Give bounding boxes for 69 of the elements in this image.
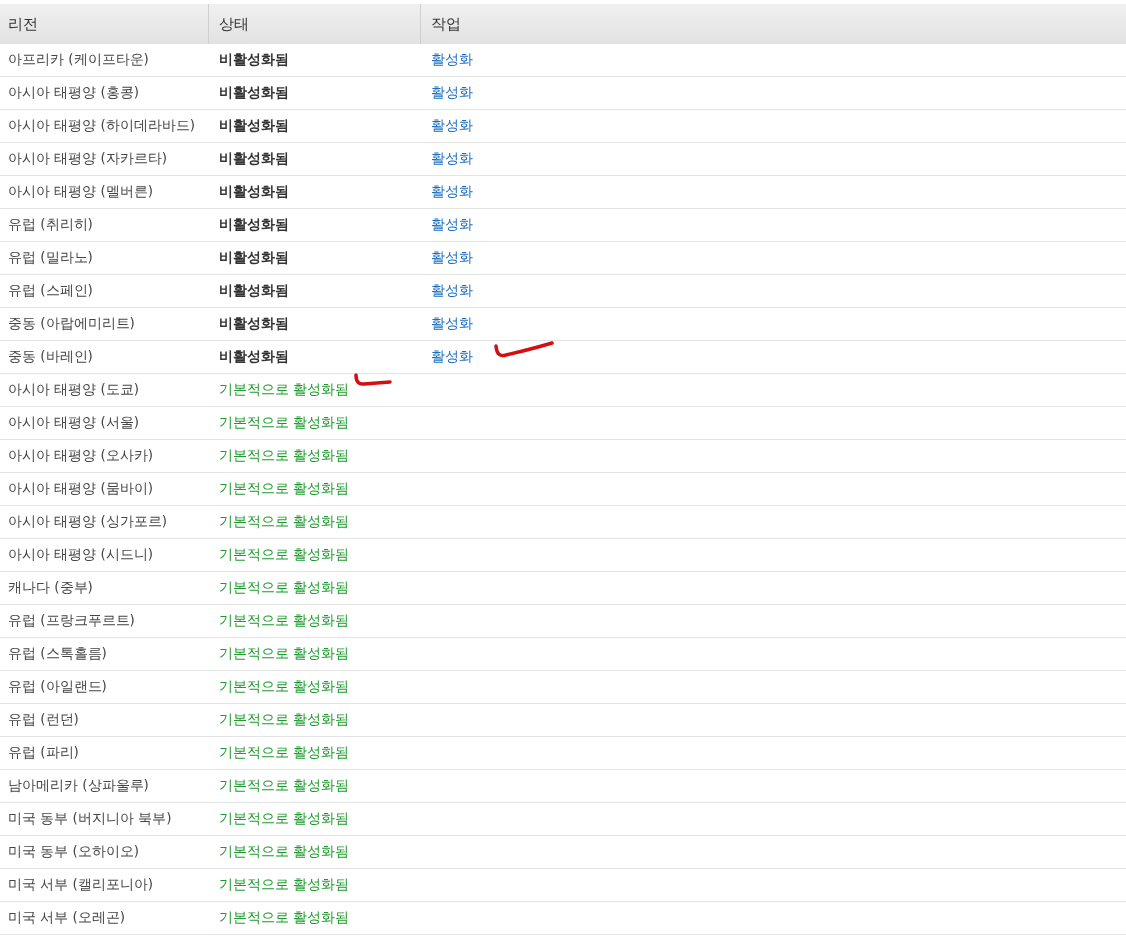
region-name: 유럽 (취리히)	[7, 215, 94, 234]
status-text: 기본적으로 활성화됨	[219, 447, 350, 465]
status-text: 비활성화됨	[219, 315, 289, 333]
handwritten-mark-drawing	[352, 372, 394, 388]
status-text: 기본적으로 활성화됨	[219, 678, 350, 696]
handwritten-mark-drawing	[492, 340, 556, 360]
status-text: 기본적으로 활성화됨	[219, 513, 350, 531]
region-name: 아시아 태평양 (홍콩)	[7, 83, 141, 102]
region-name: 캐나다 (중부)	[7, 578, 94, 597]
region-name: 미국 서부 (캘리포니아)	[7, 875, 155, 894]
region-name: 아시아 태평양 (시드니)	[7, 545, 155, 564]
region-name: 유럽 (프랑크푸르트)	[7, 611, 136, 630]
region-name: 유럽 (아일랜드)	[7, 677, 108, 696]
region-name: 유럽 (런던)	[7, 710, 80, 729]
activate-link[interactable]: 활성화	[431, 150, 473, 168]
column-header: 작업	[420, 4, 1126, 44]
region-name: 아시아 태평양 (싱가포르)	[7, 512, 169, 531]
status-text: 비활성화됨	[219, 183, 289, 201]
region-name: 미국 동부 (버지니아 북부)	[7, 809, 173, 828]
activate-link[interactable]: 활성화	[431, 249, 473, 267]
region-name: 아시아 태평양 (서울)	[7, 413, 141, 432]
status-text: 기본적으로 활성화됨	[219, 744, 350, 762]
column-header: 상태	[208, 4, 420, 44]
region-name: 유럽 (스페인)	[7, 281, 94, 300]
region-name: 중동 (아랍에미리트)	[7, 314, 136, 333]
status-text: 비활성화됨	[219, 117, 289, 135]
status-text: 기본적으로 활성화됨	[219, 612, 350, 630]
status-text: 비활성화됨	[219, 249, 289, 267]
region-name: 중동 (바레인)	[7, 347, 94, 366]
status-text: 기본적으로 활성화됨	[219, 645, 350, 663]
status-text: 기본적으로 활성화됨	[219, 579, 350, 597]
activate-link[interactable]: 활성화	[431, 51, 473, 69]
region-name: 아시아 태평양 (도쿄)	[7, 380, 141, 399]
activate-link[interactable]: 활성화	[431, 282, 473, 300]
region-name: 유럽 (파리)	[7, 743, 80, 762]
status-text: 비활성화됨	[219, 216, 289, 234]
region-name: 아시아 태평양 (오사카)	[7, 446, 155, 465]
activate-link[interactable]: 활성화	[431, 348, 473, 366]
status-text: 비활성화됨	[219, 84, 289, 102]
status-text: 기본적으로 활성화됨	[219, 381, 350, 399]
region-name: 아시아 태평양 (뭄바이)	[7, 479, 155, 498]
status-text: 기본적으로 활성화됨	[219, 711, 350, 729]
status-text: 기본적으로 활성화됨	[219, 777, 350, 795]
region-name: 미국 서부 (오레곤)	[7, 908, 127, 927]
column-header: 리전	[7, 13, 39, 35]
activate-link[interactable]: 활성화	[431, 117, 473, 135]
region-name: 미국 동부 (오하이오)	[7, 842, 141, 861]
region-name: 유럽 (스톡홀름)	[7, 644, 108, 663]
activate-link[interactable]: 활성화	[431, 216, 473, 234]
activate-link[interactable]: 활성화	[431, 84, 473, 102]
region-name: 아프리카 (케이프타운)	[7, 50, 150, 69]
status-text: 기본적으로 활성화됨	[219, 414, 350, 432]
status-text: 비활성화됨	[219, 348, 289, 366]
activate-link[interactable]: 활성화	[431, 315, 473, 333]
region-name: 아시아 태평양 (하이데라바드)	[7, 116, 197, 135]
status-text: 비활성화됨	[219, 282, 289, 300]
status-text: 기본적으로 활성화됨	[219, 909, 350, 927]
region-name: 아시아 태평양 (멜버른)	[7, 182, 155, 201]
status-text: 기본적으로 활성화됨	[219, 843, 350, 861]
activate-link[interactable]: 활성화	[431, 183, 473, 201]
status-text: 기본적으로 활성화됨	[219, 810, 350, 828]
region-name: 유럽 (밀라노)	[7, 248, 94, 267]
status-text: 비활성화됨	[219, 150, 289, 168]
status-text: 기본적으로 활성화됨	[219, 480, 350, 498]
region-name: 아시아 태평양 (자카르타)	[7, 149, 169, 168]
status-text: 기본적으로 활성화됨	[219, 876, 350, 894]
status-text: 비활성화됨	[219, 51, 289, 69]
region-name: 남아메리카 (상파울루)	[7, 776, 150, 795]
status-text: 기본적으로 활성화됨	[219, 546, 350, 564]
